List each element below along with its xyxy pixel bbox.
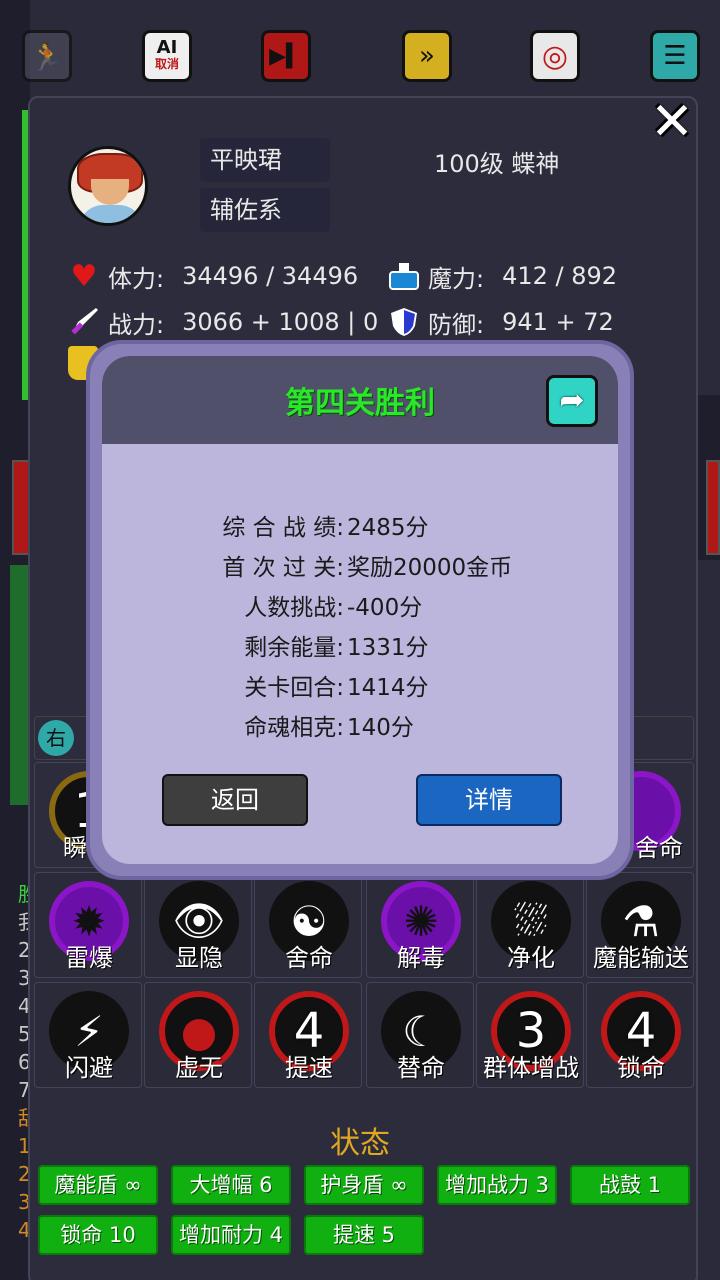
result-row: 综 合 战 绩: 2485分 — [102, 508, 618, 544]
share-icon: ➦ — [559, 383, 585, 418]
result-value: -400分 — [347, 595, 423, 621]
result-row: 命魂相克: 140分 — [102, 708, 618, 744]
share-button[interactable]: ➦ — [546, 375, 598, 427]
result-label: 综 合 战 绩: — [222, 515, 344, 541]
result-value: 1331分 — [347, 635, 429, 661]
result-row: 剩余能量: 1331分 — [102, 628, 618, 664]
dialog-title: 第四关胜利 — [285, 386, 435, 421]
result-value: 奖励20000金币 — [347, 555, 513, 581]
result-label: 人数挑战: — [244, 595, 344, 621]
result-value: 2485分 — [347, 515, 429, 541]
result-row: 关卡回合: 1414分 — [102, 668, 618, 704]
result-value: 1414分 — [347, 675, 429, 701]
back-button[interactable]: 返回 — [162, 774, 308, 826]
details-button[interactable]: 详情 — [416, 774, 562, 826]
result-row: 首 次 过 关: 奖励20000金币 — [102, 548, 618, 584]
result-label: 关卡回合: — [244, 675, 344, 701]
result-label: 首 次 过 关: — [222, 555, 344, 581]
result-row: 人数挑战: -400分 — [102, 588, 618, 624]
result-label: 剩余能量: — [244, 635, 344, 661]
result-label: 命魂相克: — [244, 715, 344, 741]
result-value: 140分 — [347, 715, 414, 741]
victory-dialog: 第四关胜利 ➦ 综 合 战 绩: 2485分 首 次 过 关: 奖励20000金… — [102, 356, 618, 864]
